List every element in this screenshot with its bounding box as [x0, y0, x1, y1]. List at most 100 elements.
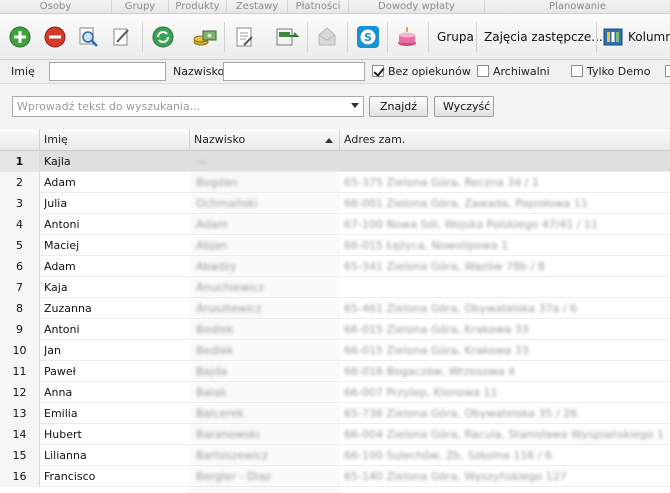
table-row[interactable]: 6 Adam Abadzy 65-341 Zielona Góra, Wazów 78… [0, 256, 670, 277]
imie-input[interactable] [49, 62, 166, 81]
table-row[interactable]: 1 Kajla — [0, 151, 670, 172]
edit-icon [113, 28, 129, 46]
group-osoby: Osoby [0, 0, 112, 14]
row-number: 2 [0, 172, 40, 193]
row-number: 12 [0, 382, 40, 403]
cell-address: 66-001 Zielona Góra, Zawada, Popiołowa 1… [344, 197, 588, 210]
extra-checkbox[interactable] [665, 65, 670, 77]
table-row[interactable]: 4 Antoni Adam 67-100 Nowa Sól, Wojska Polsk… [0, 214, 670, 235]
search-input[interactable] [13, 97, 343, 116]
cell-address: 65-461 Zielona Góra, Obywatelska 37a / 6 [344, 302, 577, 315]
toolbar-separator [307, 22, 308, 52]
cell-first-name: Paweł [44, 365, 76, 378]
cell-address: 66-015 Zielona Góra, Krakowa 33 [344, 344, 529, 357]
skype-icon: S [357, 26, 379, 48]
cell-address: 66-015 Zielona Góra, Krakowa 33 [344, 323, 529, 336]
row-number: 9 [0, 319, 40, 340]
group-platnosci: Płatności [288, 0, 349, 14]
columns-icon-button[interactable] [602, 24, 624, 50]
group-zestawy: Zestawy [227, 0, 288, 14]
cell-address: 65-736 Zielona Góra, Obywatelska 35 / 26 [344, 407, 578, 420]
cell-last-name: Ochmański [196, 197, 258, 210]
row-number: 14 [0, 424, 40, 445]
sort-ascending-icon [325, 138, 333, 143]
cell-last-name: Arusztewicz [196, 302, 262, 315]
birthday-button[interactable] [394, 24, 420, 50]
table-row[interactable]: 2 Adam Bogdan 65-375 Zielona Góra, Reczna 3… [0, 172, 670, 193]
tylko-demo-checkbox[interactable] [571, 65, 583, 77]
toolbar: S Grupa Zajęcia zastępcze... Kolumn [0, 14, 670, 60]
cell-first-name: Adam [44, 260, 76, 273]
cell-last-name: Bedlek [196, 344, 234, 357]
refresh-button[interactable] [150, 24, 176, 50]
bez-opiekunow-checkbox[interactable] [372, 65, 384, 77]
row-number: 13 [0, 403, 40, 424]
find-button[interactable]: Znajdź [369, 96, 428, 117]
header-rownum [0, 129, 40, 151]
row-number: 1 [0, 151, 40, 172]
ribbon-group-strip: Osoby Grupy Produkty Zestawy Płatności D… [0, 0, 670, 14]
add-button[interactable] [7, 24, 33, 50]
table-row[interactable]: 16 Francisco Bergler - Diaz 65-140 Zielona … [0, 466, 670, 487]
cell-first-name: Hubert [44, 428, 82, 441]
edit-button[interactable] [108, 24, 134, 50]
envelope-icon [318, 27, 336, 46]
zajecia-zastepcze-button[interactable]: Zajęcia zastępcze... [482, 27, 605, 47]
header-adres[interactable]: Adres zam. [340, 129, 670, 151]
skype-button[interactable]: S [355, 24, 381, 50]
header-nazwisko-label: Nazwisko [194, 133, 246, 146]
group-produkty: Produkty [169, 0, 227, 14]
table-row[interactable]: 12 Anna Balak 66-007 Przylep, Klonowa 11 [0, 382, 670, 403]
clear-button[interactable]: Wyczyść [434, 96, 494, 117]
chevron-down-icon[interactable] [351, 103, 359, 108]
cell-first-name: Antoni [44, 218, 80, 231]
row-number: 16 [0, 466, 40, 487]
archiwalni-checkbox[interactable] [477, 65, 489, 77]
table-row[interactable]: 7 Kaja Anuchiewicz [0, 277, 670, 298]
envelope-button[interactable] [314, 24, 340, 50]
table-row[interactable]: 5 Maciej Abjan 66-015 Łężyca, Nowolipowa 1 [0, 235, 670, 256]
delete-button[interactable] [42, 24, 68, 50]
refresh-icon [152, 26, 174, 48]
toolbar-separator [387, 22, 388, 52]
table-row[interactable]: 9 Antoni Bedlek 66-015 Zielona Góra, Krakow… [0, 319, 670, 340]
cell-last-name: Bedlek [196, 323, 234, 336]
table-row[interactable]: 10 Jan Bedlek 66-015 Zielona Góra, Krakowa … [0, 340, 670, 361]
cell-last-name: Adam [196, 218, 228, 231]
cell-first-name: Lilianna [44, 449, 87, 462]
kolumny-button[interactable]: Kolumn [626, 27, 670, 47]
group-grupy: Grupy [112, 0, 169, 14]
table-row[interactable]: 3 Julia Ochmański 66-001 Zielona Góra, Zawa… [0, 193, 670, 214]
group-planowanie: Planowanie [549, 1, 606, 12]
grupa-button[interactable]: Grupa [435, 27, 476, 47]
table-row[interactable]: 14 Hubert Baranowski 66-004 Zielona Góra, R… [0, 424, 670, 445]
cell-first-name: Kaja [44, 281, 68, 294]
search-combo[interactable] [12, 96, 364, 117]
archiwalni-label: Archiwalni [493, 65, 550, 78]
cell-address: 66-100 Sulechów, Zb. Szkolna 116 / 6 [344, 449, 552, 462]
cell-address: 65-341 Zielona Góra, Wazów 78b / 8 [344, 260, 545, 273]
mail-button[interactable] [274, 24, 300, 50]
table-row[interactable]: 13 Emilia Balcerek 65-736 Zielona Góra, Oby… [0, 403, 670, 424]
cell-first-name: Maciej [44, 239, 80, 252]
preview-button[interactable] [75, 24, 101, 50]
document-button[interactable] [231, 24, 257, 50]
cell-last-name: Bajda [196, 365, 228, 378]
header-nazwisko[interactable]: Nazwisko [190, 129, 340, 151]
toolbar-separator [428, 22, 429, 52]
payments-button[interactable] [192, 24, 218, 50]
filter-bar: Imię Nazwisko Bez opiekunów Archiwalni T… [0, 60, 670, 84]
table-row[interactable]: 8 Zuzanna Arusztewicz 65-461 Zielona Góra, … [0, 298, 670, 319]
cell-first-name: Emilia [44, 407, 78, 420]
nazwisko-input[interactable] [223, 62, 365, 81]
table-row[interactable]: 15 Lilianna Bartoszewicz 66-100 Sulechów, Z… [0, 445, 670, 466]
cell-first-name: Jan [44, 344, 61, 357]
table-row[interactable]: 11 Paweł Bajda 66-016 Bogaczów, Wrzosowa 4 [0, 361, 670, 382]
document-icon [236, 27, 253, 47]
row-number: 15 [0, 445, 40, 466]
header-imie[interactable]: Imię [40, 129, 190, 151]
preview-icon [79, 27, 98, 47]
toolbar-separator [347, 22, 348, 52]
cell-last-name: Bartoszewicz [196, 449, 268, 462]
cell-address: 66-016 Bogaczów, Wrzosowa 4 [344, 365, 516, 378]
